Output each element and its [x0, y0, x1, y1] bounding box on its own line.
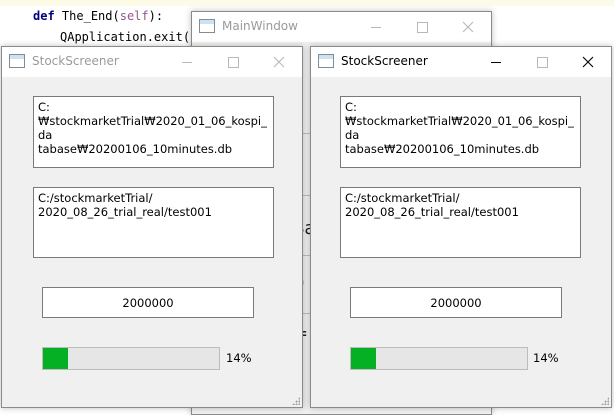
- minimize-icon[interactable]: [164, 47, 210, 77]
- resize-grip[interactable]: [601, 397, 609, 405]
- maximize-icon[interactable]: [519, 47, 565, 77]
- app-window-icon: [318, 54, 334, 68]
- close-icon[interactable]: [565, 47, 611, 77]
- output-path-textbox[interactable]: C:/stockmarketTrial/ 2020_08_26_trial_re…: [33, 187, 274, 258]
- editor-top-strip: [0, 0, 614, 6]
- stock-screener-titlebar[interactable]: StockScreener: [2, 47, 302, 77]
- progress-bar-fill: [351, 348, 376, 369]
- code-line-def: def The_End(self):: [33, 9, 163, 23]
- resize-grip[interactable]: [292, 397, 300, 405]
- minimize-icon[interactable]: [353, 12, 399, 42]
- amount-field[interactable]: 2000000: [42, 287, 254, 318]
- progress-bar: [42, 347, 220, 370]
- app-window-icon: [199, 19, 215, 33]
- minimize-icon[interactable]: [473, 47, 519, 77]
- code-func-name: The_End(: [61, 9, 120, 23]
- progress-percent-label: 14%: [533, 351, 559, 365]
- code-keyword: def: [33, 9, 55, 23]
- progress-bar-fill: [43, 348, 68, 369]
- maximize-icon[interactable]: [210, 47, 256, 77]
- close-icon[interactable]: [256, 47, 302, 77]
- amount-field[interactable]: 2000000: [350, 287, 562, 318]
- code-self: self: [119, 9, 149, 23]
- stock-screener-titlebar[interactable]: StockScreener: [311, 47, 611, 77]
- code-tail: ):: [148, 9, 164, 23]
- close-icon[interactable]: [445, 12, 491, 42]
- progress-bar: [350, 347, 528, 370]
- maximize-icon[interactable]: [399, 12, 445, 42]
- code-line-exit: QApplication.exit(s: [60, 30, 197, 44]
- output-path-textbox[interactable]: C:/stockmarketTrial/ 2020_08_26_trial_re…: [340, 187, 581, 258]
- stock-screener-window[interactable]: StockScreener C: ₩stockmarketTrial₩2020_…: [310, 46, 612, 408]
- main-window-titlebar[interactable]: MainWindow: [192, 12, 491, 42]
- progress-percent-label: 14%: [226, 351, 252, 365]
- app-window-icon: [9, 54, 25, 68]
- database-path-textbox[interactable]: C: ₩stockmarketTrial₩2020_01_06_kospi_da…: [340, 96, 581, 168]
- window-title: StockScreener: [32, 54, 119, 68]
- window-title: StockScreener: [341, 54, 428, 68]
- stock-screener-window[interactable]: StockScreener C: ₩stockmarketTrial₩2020_…: [1, 46, 303, 408]
- code-exit-prefix: QApplication.exit(: [60, 30, 191, 44]
- main-window-title: MainWindow: [222, 19, 298, 33]
- database-path-textbox[interactable]: C: ₩stockmarketTrial₩2020_01_06_kospi_da…: [33, 96, 274, 168]
